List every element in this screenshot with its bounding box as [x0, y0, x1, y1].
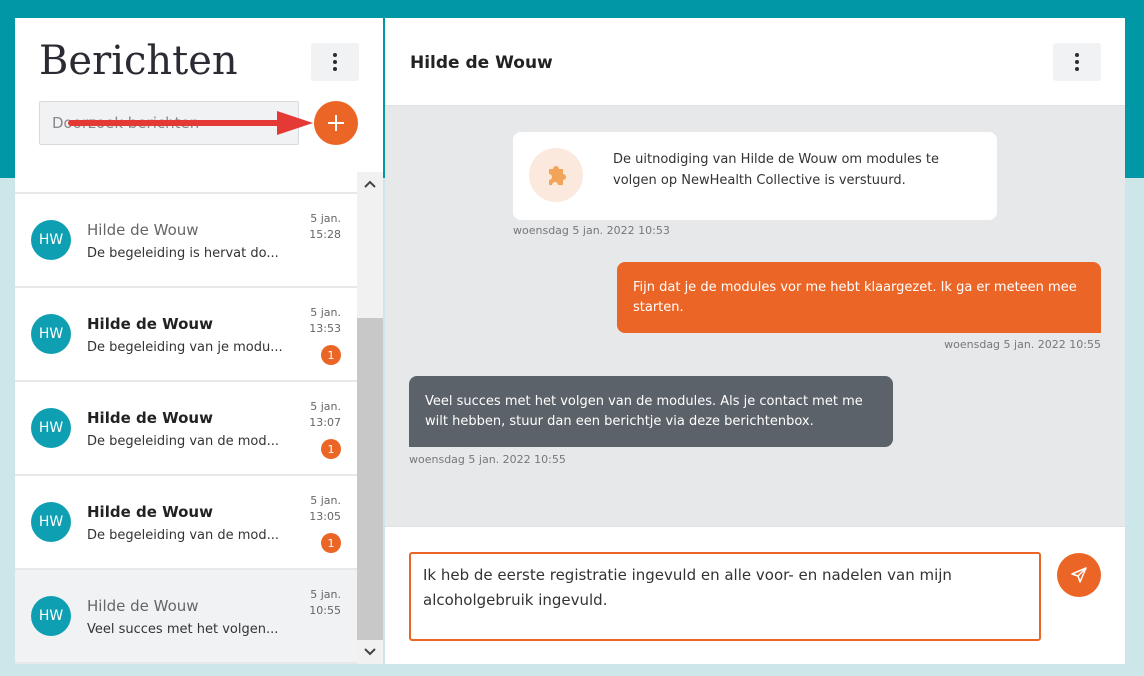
- message-timestamp: woensdag 5 jan. 2022 10:55: [409, 453, 566, 466]
- avatar: HW: [31, 314, 71, 354]
- search-input[interactable]: [39, 101, 299, 145]
- more-vertical-icon: [1075, 53, 1079, 71]
- sidebar-header: Berichten: [15, 18, 383, 172]
- avatar: HW: [31, 596, 71, 636]
- puzzle-icon: [529, 148, 583, 202]
- outgoing-message: Fijn dat je de modules vor me hebt klaar…: [617, 262, 1101, 333]
- chevron-down-icon: [364, 648, 376, 656]
- sidebar-menu-button[interactable]: [311, 43, 359, 81]
- message-preview: Veel succes met het volgen...: [87, 622, 279, 637]
- scrollbar-thumb[interactable]: [357, 318, 383, 640]
- list-item[interactable]: HW Hilde de Wouw De begeleiding van je m…: [15, 288, 357, 380]
- message-date: 5 jan. 13:07: [309, 400, 341, 429]
- list-item[interactable]: HW Hilde de Wouw De begeleiding is herva…: [15, 194, 357, 286]
- message-date: 5 jan. 13:05: [309, 494, 341, 523]
- list-item[interactable]: HW Hilde de Wouw De begeleiding van de m…: [15, 382, 357, 474]
- contact-name: Hilde de Wouw: [87, 221, 199, 239]
- message-timestamp: woensdag 5 jan. 2022 10:55: [944, 338, 1101, 351]
- avatar: HW: [31, 502, 71, 542]
- conversation-sidebar: Berichten HW Hilde de Wouw De begeleidin…: [15, 18, 383, 664]
- message-timestamp: woensdag 5 jan. 2022 10:53: [513, 224, 670, 237]
- scroll-up-button[interactable]: [357, 172, 383, 196]
- message-date: 5 jan. 13:53: [309, 306, 341, 335]
- avatar: HW: [31, 408, 71, 448]
- unread-badge: 1: [321, 533, 341, 553]
- system-message-text: De uitnodiging van Hilde de Wouw om modu…: [613, 152, 939, 188]
- contact-name: Hilde de Wouw: [87, 315, 213, 333]
- message-input[interactable]: Ik heb de eerste registratie ingevuld en…: [409, 552, 1041, 641]
- new-message-button[interactable]: [314, 101, 358, 145]
- conversation-title: Hilde de Wouw: [410, 53, 553, 73]
- page-title: Berichten: [39, 38, 238, 84]
- conversation-menu-button[interactable]: [1053, 43, 1101, 81]
- send-button[interactable]: [1057, 553, 1101, 597]
- message-preview: De begeleiding van je modu...: [87, 340, 283, 355]
- scroll-down-button[interactable]: [357, 640, 383, 664]
- message-date: 5 jan. 10:55: [309, 588, 341, 617]
- avatar: HW: [31, 220, 71, 260]
- message-preview: De begeleiding van de mod...: [87, 528, 280, 543]
- message-composer: Ik heb de eerste registratie ingevuld en…: [385, 526, 1125, 664]
- message-date: 5 jan. 15:28: [309, 212, 341, 241]
- contact-name: Hilde de Wouw: [87, 409, 213, 427]
- message-preview: De begeleiding is hervat do...: [87, 246, 279, 261]
- unread-badge: 1: [321, 439, 341, 459]
- conversation-header: Hilde de Wouw: [385, 18, 1125, 106]
- list-item-partial: [15, 172, 357, 192]
- chevron-up-icon: [364, 180, 376, 188]
- unread-badge: 1: [321, 345, 341, 365]
- plus-icon: [328, 115, 344, 131]
- list-item[interactable]: HW Hilde de Wouw De begeleiding van de m…: [15, 476, 357, 568]
- conversation-panel: Hilde de Wouw De uitnodiging van Hilde d…: [385, 18, 1125, 664]
- conversation-list: HW Hilde de Wouw De begeleiding is herva…: [15, 172, 357, 664]
- incoming-message: Veel succes met het volgen van de module…: [409, 376, 893, 447]
- message-preview: De begeleiding van de mod...: [87, 434, 280, 449]
- send-icon: [1071, 567, 1087, 583]
- contact-name: Hilde de Wouw: [87, 503, 213, 521]
- system-message-card: De uitnodiging van Hilde de Wouw om modu…: [513, 132, 997, 220]
- contact-name: Hilde de Wouw: [87, 597, 199, 615]
- more-vertical-icon: [333, 53, 337, 71]
- list-item-active[interactable]: HW Hilde de Wouw Veel succes met het vol…: [15, 570, 357, 662]
